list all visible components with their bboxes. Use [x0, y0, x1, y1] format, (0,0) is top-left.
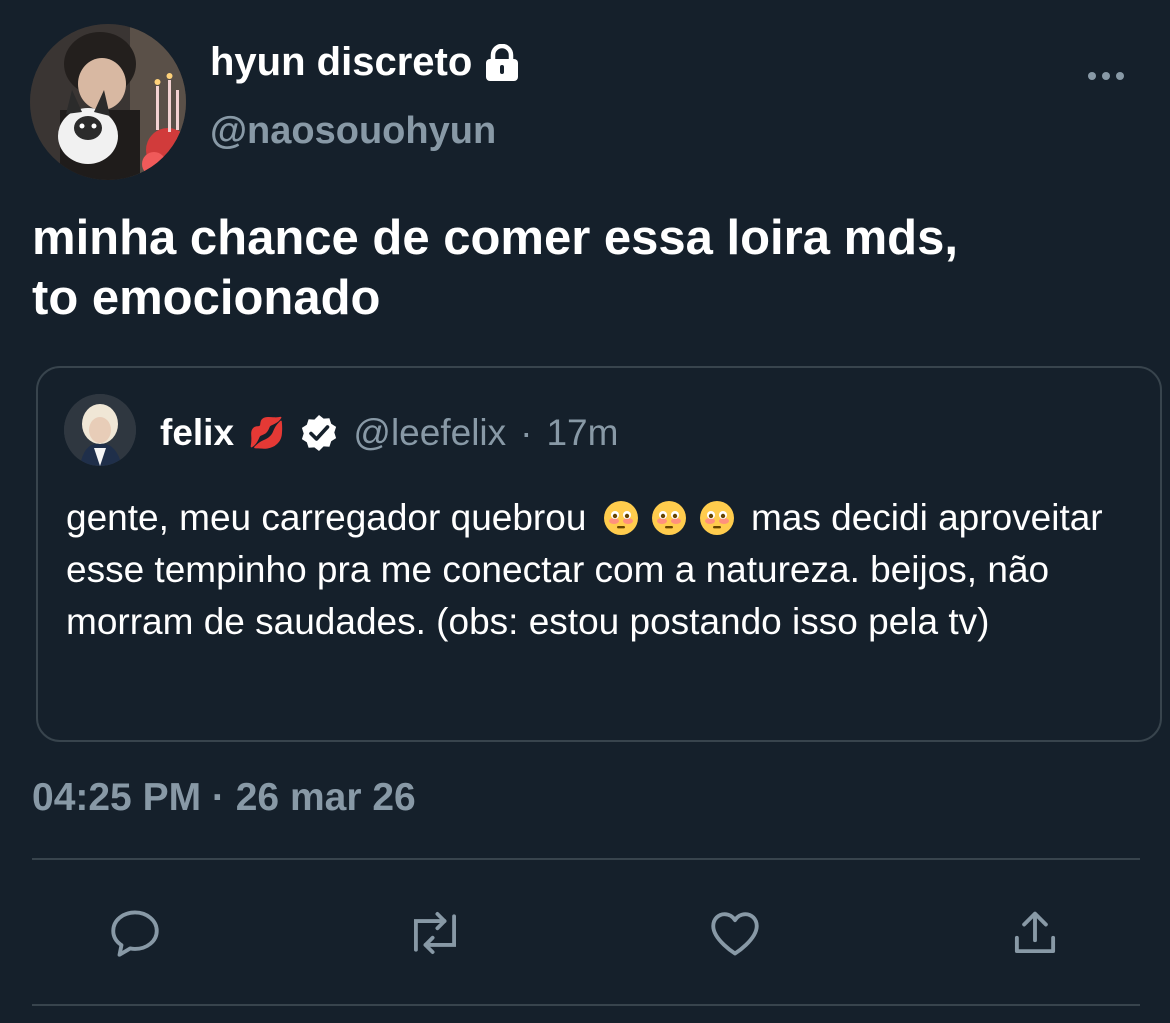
flushed-face-emoji-1 — [603, 498, 639, 535]
display-name-row[interactable]: hyun discreto — [210, 40, 522, 85]
share-button[interactable] — [1000, 898, 1070, 968]
tweet-text: minha chance de comer essa loira mds, to… — [32, 211, 958, 325]
quote-author-name[interactable]: felix — [160, 412, 234, 454]
flushed-face-emoji-3 — [699, 498, 735, 535]
quote-author-handle[interactable]: @leefelix — [353, 412, 506, 454]
like-button[interactable] — [700, 898, 770, 968]
divider — [32, 858, 1140, 860]
display-name[interactable]: hyun discreto — [210, 40, 472, 85]
retweet-icon — [414, 912, 456, 954]
quote-author-avatar[interactable] — [64, 394, 136, 466]
quote-meta-separator: · — [520, 412, 533, 453]
reply-icon — [111, 910, 159, 957]
user-handle[interactable]: @naosouohyun — [210, 110, 496, 153]
tweet-timestamp[interactable]: 04:25 PM · 26 mar 26 — [32, 776, 416, 820]
kiss-emoji: 💋 — [248, 416, 286, 450]
bottom-divider — [32, 1004, 1140, 1006]
quote-body-text-1: gente, meu carregador quebrou — [66, 497, 587, 538]
retweet-button[interactable] — [400, 898, 470, 968]
like-icon — [711, 912, 759, 956]
author-avatar[interactable] — [30, 24, 186, 180]
quote-header: felix 💋 @leefelix · 17m — [160, 412, 618, 454]
quote-time[interactable]: 17m — [546, 412, 618, 454]
reply-button[interactable] — [100, 898, 170, 968]
quote-body: gente, meu carregador quebrou mas decidi… — [66, 492, 1146, 648]
flushed-face-emoji-2 — [651, 498, 687, 535]
quoted-tweet-card[interactable]: felix 💋 @leefelix · 17m gente, meu carre… — [36, 366, 1162, 742]
verified-badge-icon — [299, 413, 339, 453]
share-icon — [1014, 911, 1056, 954]
lock-icon — [482, 43, 522, 82]
more-icon[interactable] — [1086, 56, 1126, 96]
